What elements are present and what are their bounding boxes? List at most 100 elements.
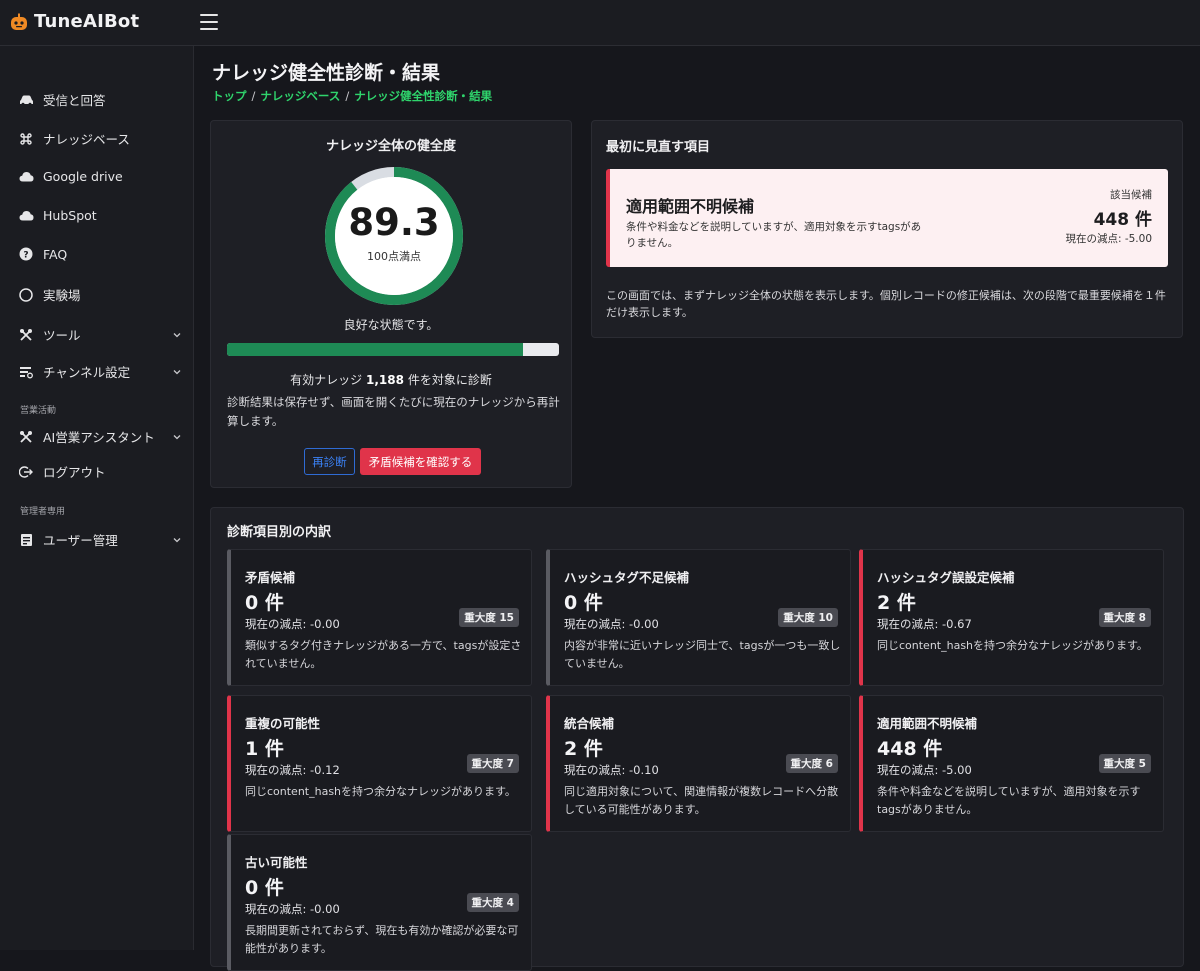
brand[interactable]: TuneAIBot — [10, 11, 139, 32]
health-progress-bar — [227, 343, 559, 356]
cloud-icon — [18, 168, 34, 184]
sidebar-item-label: ログアウト — [43, 465, 106, 480]
item-name: 統合候補 — [564, 716, 615, 731]
sidebar-item-inbox[interactable]: 受信と回答 — [18, 90, 182, 109]
diagnosis-item-card[interactable]: ハッシュタグ誤設定候補 2 件現在の減点: -0.67 重大度 8 同じcontent… — [859, 549, 1164, 686]
item-deduction: 現在の減点: -0.00 — [245, 617, 340, 631]
sidebar-item-label: HubSpot — [43, 207, 97, 223]
diagnosis-item-card[interactable]: 重複の可能性 1 件現在の減点: -0.12 重大度 7 同じcontent_hash… — [227, 695, 532, 832]
breadcrumb-link-top[interactable]: トップ — [212, 89, 247, 103]
priority-title: 最初に見直す項目 — [606, 140, 711, 155]
menu-toggle-icon[interactable] — [200, 14, 218, 30]
breakdown-title: 診断項目別の内訳 — [227, 525, 332, 540]
sidebar-item-label: AI営業アシスタント — [43, 430, 155, 445]
item-deduction: 現在の減点: -0.67 — [877, 617, 972, 631]
chevron-down-icon — [173, 332, 181, 337]
severity-badge: 重大度 10 — [778, 608, 838, 627]
sidebar-item-google-drive[interactable]: Google drive — [18, 168, 182, 184]
sidebar-item-label: FAQ — [43, 246, 68, 262]
severity-badge: 重大度 5 — [1098, 754, 1151, 773]
sidebar-item-hubspot[interactable]: HubSpot — [18, 207, 182, 223]
health-target: 有効ナレッジ 1,188 件を対象に診断 — [211, 371, 571, 388]
sidebar-item-lab[interactable]: 実験場 — [18, 285, 182, 304]
sidebar-item-tools[interactable]: ツール — [18, 325, 182, 344]
health-gauge: 89.3 100点満点 — [323, 165, 465, 307]
item-desc: 類似するタグ付きナレッジがある一方で、tagsが設定されていません。 — [245, 639, 522, 670]
user-manage-icon — [18, 532, 34, 548]
sidebar-item-logout[interactable]: ログアウト — [18, 462, 182, 481]
sidebar: 受信と回答 ナレッジベース Google drive HubSpot ? FAQ… — [0, 46, 194, 950]
page-title: ナレッジ健全性診断・結果 — [212, 62, 441, 84]
diagnosis-item-card[interactable]: 統合候補 2 件現在の減点: -0.10 重大度 6 同じ適用対象について、関連情報が… — [546, 695, 851, 832]
sidebar-item-label: Google drive — [43, 168, 123, 184]
bot-logo-icon — [11, 13, 27, 30]
confirm-contradiction-button[interactable]: 矛盾候補を確認する — [360, 448, 481, 475]
sidebar-item-label: ナレッジベース — [43, 132, 130, 147]
app-name: TuneAIBot — [34, 11, 140, 32]
priority-count-label: 該当候補 — [1110, 189, 1152, 201]
item-count: 0 件 — [564, 592, 603, 614]
severity-badge: 重大度 4 — [466, 893, 519, 912]
item-desc: 同じcontent_hashを持つ余分なナレッジがあります。 — [877, 639, 1148, 652]
target-count: 1,188 — [366, 373, 404, 387]
item-name: ハッシュタグ誤設定候補 — [877, 570, 1015, 585]
severity-badge: 重大度 15 — [459, 608, 519, 627]
item-name: 適用範囲不明候補 — [877, 716, 978, 731]
top-bar: TuneAIBot — [0, 0, 1200, 46]
breadcrumb-current: ナレッジ健全性診断・結果 — [354, 89, 493, 103]
item-desc: 同じ適用対象について、関連情報が複数レコードへ分散している可能性があります。 — [564, 785, 839, 816]
priority-count: 448 件 — [1093, 210, 1152, 230]
chevron-down-icon — [173, 434, 181, 439]
priority-card: 最初に見直す項目 適用範囲不明候補 条件や料金などを説明していますが、適用対象を… — [591, 120, 1183, 338]
priority-item-name: 適用範囲不明候補 — [626, 197, 755, 216]
command-icon — [18, 131, 34, 147]
item-deduction: 現在の減点: -0.12 — [245, 763, 340, 777]
svg-text:?: ? — [23, 251, 28, 261]
health-card: ナレッジ全体の健全度 89.3 100点満点 良好な状態です。 有効ナレッジ 1… — [210, 120, 572, 488]
item-deduction: 現在の減点: -5.00 — [877, 763, 972, 777]
item-count: 1 件 — [245, 738, 284, 760]
sidebar-item-label: ツール — [43, 328, 81, 343]
health-progress-fill — [227, 343, 524, 356]
severity-badge: 重大度 6 — [785, 754, 838, 773]
sidebar-item-label: チャンネル設定 — [43, 365, 131, 380]
tools-icon — [18, 429, 34, 445]
item-name: ハッシュタグ不足候補 — [564, 570, 690, 585]
cloud-icon — [18, 207, 34, 223]
item-name: 重複の可能性 — [245, 716, 321, 731]
sidebar-item-label: ユーザー管理 — [43, 533, 118, 548]
priority-note: この画面では、まずナレッジ全体の状態を表示します。個別レコードの修正候補は、次の… — [606, 289, 1166, 319]
breadcrumb-link-knowledge[interactable]: ナレッジベース — [260, 89, 340, 103]
sidebar-item-knowledge[interactable]: ナレッジベース — [18, 129, 182, 148]
priority-deduction: 現在の減点: -5.00 — [1065, 233, 1152, 245]
sidebar-item-faq[interactable]: ? FAQ — [18, 246, 182, 262]
diagnosis-item-card[interactable]: 古い可能性 0 件現在の減点: -0.00 重大度 4 長期間更新されておらず、現在も… — [227, 834, 532, 971]
chevron-down-icon — [173, 537, 181, 542]
diagnosis-item-card[interactable]: 適用範囲不明候補 448 件現在の減点: -5.00 重大度 5 条件や料金などを説明… — [859, 695, 1164, 832]
breakdown-card: 診断項目別の内訳 矛盾候補 0 件現在の減点: -0.00 重大度 15 類似するタグ… — [210, 507, 1184, 971]
diagnosis-item-card[interactable]: ハッシュタグ不足候補 0 件現在の減点: -0.00 重大度 10 内容が非常に近いナ… — [546, 549, 851, 686]
item-deduction: 現在の減点: -0.10 — [564, 763, 659, 777]
target-prefix: 有効ナレッジ — [290, 373, 363, 387]
sidebar-item-label: 実験場 — [43, 288, 81, 303]
rediagnose-button[interactable]: 再診断 — [304, 448, 355, 475]
item-desc: 条件や料金などを説明していますが、適用対象を示すtagsがありません。 — [877, 785, 1141, 816]
circle-icon — [18, 287, 34, 303]
priority-item[interactable]: 適用範囲不明候補 条件や料金などを説明していますが、適用対象を示すtagsがあり… — [606, 169, 1168, 267]
sidebar-item-user-management[interactable]: ユーザー管理 — [18, 530, 182, 549]
section-label-sales: 営業活動 — [20, 406, 57, 416]
item-count: 0 件 — [245, 877, 284, 899]
sidebar-item-channel-settings[interactable]: チャンネル設定 — [18, 362, 182, 381]
breadcrumb-separator: / — [345, 89, 350, 103]
item-desc: 長期間更新されておらず、現在も有効か確認が必要な可能性があります。 — [245, 924, 519, 955]
severity-badge: 重大度 8 — [1098, 608, 1151, 627]
health-score: 89.3 — [348, 201, 440, 244]
severity-badge: 重大度 7 — [466, 754, 519, 773]
health-title: ナレッジ全体の健全度 — [325, 139, 456, 154]
health-note: 診断結果は保存せず、画面を開くたびに現在のナレッジから再計算します。 — [227, 395, 560, 428]
priority-item-desc: 条件や料金などを説明していますが、適用対象を示すtagsがありません。 — [626, 221, 922, 249]
sidebar-item-ai-sales-assistant[interactable]: AI営業アシスタント — [18, 427, 182, 446]
diagnosis-item-card[interactable]: 矛盾候補 0 件現在の減点: -0.00 重大度 15 類似するタグ付きナレッジがある… — [227, 549, 532, 686]
health-status: 良好な状態です。 — [343, 318, 439, 332]
main-content: ナレッジ健全性診断・結果 トップ / ナレッジベース / ナレッジ健全性診断・結果 ナレ… — [194, 46, 1200, 971]
